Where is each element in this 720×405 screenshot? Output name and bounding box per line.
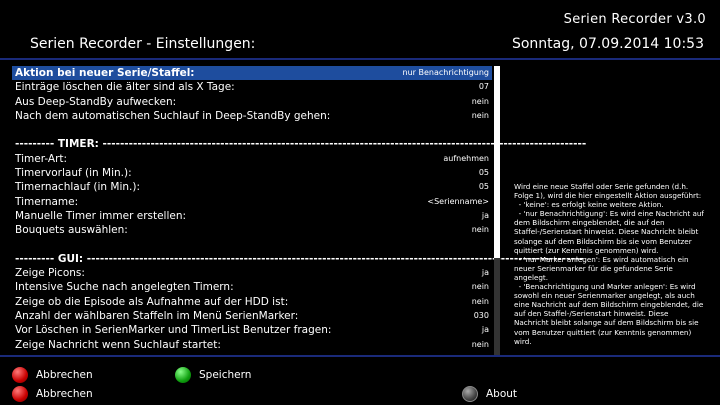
setting-label: Einträge löschen die älter sind als X Ta… — [15, 81, 235, 94]
setting-label: Manuelle Timer immer erstellen: — [15, 209, 187, 222]
about-button-label: About — [486, 388, 518, 400]
setting-label: Zeige Picons: — [15, 267, 85, 280]
setting-row[interactable]: Zeige Picons: ja — [12, 266, 492, 280]
footer-divider — [0, 355, 720, 357]
setting-row[interactable]: Aktion bei neuer Serie/Staffel: nur Benac… — [12, 66, 492, 81]
clock-datetime: Sonntag, 07.09.2014 10:53 — [511, 36, 704, 52]
setting-value: 030 — [473, 311, 489, 321]
red-key-icon — [12, 386, 28, 402]
setting-value: 05 — [478, 182, 489, 192]
setting-value: nein — [471, 296, 489, 306]
setting-row[interactable]: Manuelle Timer immer erstellen: ja — [12, 209, 492, 223]
setting-label: Vor Löschen in SerienMarker und TimerLis… — [15, 324, 332, 337]
app-title: Serien Recorder v3.0 — [563, 12, 706, 27]
scrollbar[interactable] — [494, 66, 500, 356]
setting-value: 07 — [478, 82, 489, 92]
red-button-abbrechen[interactable]: Abbrechen — [12, 367, 93, 383]
setting-row[interactable]: Intensive Suche nach angelegten Timern: n… — [12, 280, 492, 294]
red-button-label-2: Abbrechen — [36, 388, 93, 400]
setting-value: nein — [471, 339, 489, 349]
setting-value: ja — [481, 325, 489, 335]
setting-value: ja — [481, 210, 489, 220]
green-button-label: Speichern — [199, 369, 252, 381]
setting-label: Bouquets auswählen: — [15, 224, 128, 237]
spacer-row — [12, 123, 492, 137]
setting-value: nur Benachrichtigung — [402, 68, 489, 77]
setting-label: --------- TIMER: -----------------------… — [15, 138, 587, 151]
setting-row[interactable]: Timervorlauf (in Min.): 05 — [12, 166, 492, 180]
setting-label: Aktion bei neuer Serie/Staffel: — [15, 67, 195, 79]
red-button-abbrechen-2[interactable]: Abbrechen — [12, 386, 93, 402]
help-text: Wird eine neue Staffel oder Serie gefund… — [514, 182, 704, 346]
setting-value: nein — [471, 96, 489, 106]
info-key-icon — [462, 386, 478, 402]
header-divider — [0, 58, 720, 60]
setting-row[interactable]: Anzahl der wählbaren Staffeln im Menü Se… — [12, 309, 492, 323]
settings-list[interactable]: Aktion bei neuer Serie/Staffel: nur Benac… — [12, 66, 586, 352]
setting-row[interactable]: Einträge löschen die älter sind als X Ta… — [12, 80, 492, 94]
setting-label: Nach dem automatischen Suchlauf in Deep-… — [15, 109, 331, 122]
setting-row[interactable]: Timernachlauf (in Min.): 05 — [12, 180, 492, 194]
setting-row[interactable]: Zeige Nachricht wenn Suchlauf startet: ne… — [12, 338, 492, 352]
red-key-icon — [12, 367, 28, 383]
section-header: --------- TIMER: -----------------------… — [12, 137, 586, 151]
setting-row[interactable]: Nach dem automatischen Suchlauf in Deep-… — [12, 109, 492, 123]
setting-row[interactable]: Zeige ob die Episode als Aufnahme auf de… — [12, 295, 492, 309]
setting-label: Zeige Nachricht wenn Suchlauf startet: — [15, 338, 221, 351]
spacer-row — [12, 238, 492, 252]
about-button[interactable]: About — [462, 386, 517, 402]
green-key-icon — [175, 367, 191, 383]
setting-row[interactable]: Vor Löschen in SerienMarker und TimerLis… — [12, 323, 492, 337]
setting-row[interactable]: Aus Deep-StandBy aufwecken: nein — [12, 95, 492, 109]
setting-label: Intensive Suche nach angelegten Timern: — [15, 281, 234, 294]
setting-row[interactable]: Timername: <Serienname> — [12, 195, 492, 209]
setting-value: 05 — [478, 168, 489, 178]
setting-label: Timername: — [15, 195, 79, 208]
green-button-speichern[interactable]: Speichern — [175, 367, 251, 383]
screen-title: Serien Recorder - Einstellungen: — [30, 36, 256, 52]
setting-label: Timervorlauf (in Min.): — [15, 167, 132, 180]
scrollbar-thumb[interactable] — [494, 66, 500, 258]
setting-label: Timernachlauf (in Min.): — [15, 181, 140, 194]
setting-label: Timer-Art: — [15, 152, 68, 165]
setting-row[interactable]: Timer-Art: aufnehmen — [12, 152, 492, 166]
setting-value: nein — [471, 225, 489, 235]
setting-value: nein — [471, 110, 489, 120]
setting-value: aufnehmen — [443, 153, 489, 163]
setting-label: Anzahl der wählbaren Staffeln im Menü Se… — [15, 310, 299, 323]
setting-value: <Serienname> — [427, 196, 489, 206]
setting-label: Aus Deep-StandBy aufwecken: — [15, 95, 177, 108]
setting-value: nein — [471, 282, 489, 292]
setting-row[interactable]: Bouquets auswählen: nein — [12, 223, 492, 237]
setting-label: Zeige ob die Episode als Aufnahme auf de… — [15, 295, 289, 308]
section-header: --------- GUI: -------------------------… — [12, 252, 584, 266]
setting-value: ja — [481, 268, 489, 278]
red-button-label: Abbrechen — [36, 369, 93, 381]
